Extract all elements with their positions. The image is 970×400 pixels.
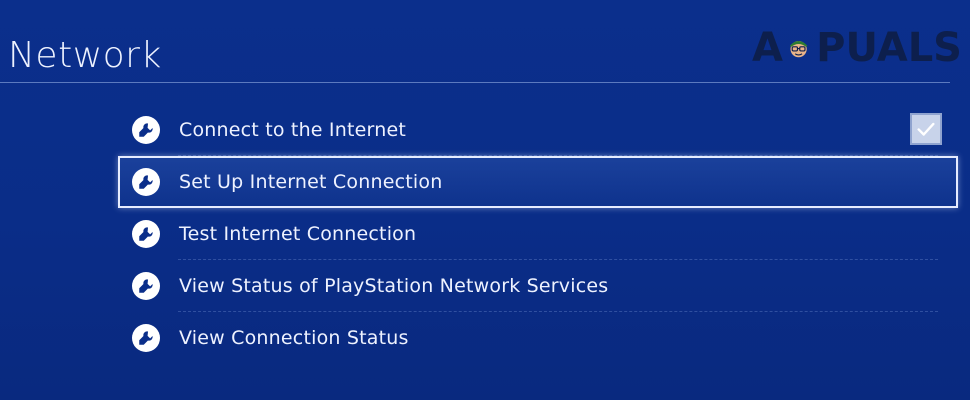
page-title: Network — [8, 35, 162, 76]
menu-item-label: Test Internet Connection — [179, 223, 417, 245]
checkmark-icon — [917, 122, 935, 136]
menu-item-label: Set Up Internet Connection — [179, 171, 443, 193]
watermark-letter-a: A — [752, 25, 783, 71]
menu-item-set-up-internet-connection[interactable]: Set Up Internet Connection — [118, 156, 958, 208]
wrench-icon — [132, 220, 160, 248]
appuals-watermark: A PUALS — [752, 18, 962, 78]
wrench-icon — [132, 116, 160, 144]
menu-item-label: View Status of PlayStation Network Servi… — [179, 275, 609, 297]
title-divider — [0, 82, 950, 83]
wrench-icon — [132, 324, 160, 352]
menu-item-label: Connect to the Internet — [179, 119, 406, 141]
connect-internet-checkbox[interactable] — [910, 113, 942, 145]
menu-item-label: View Connection Status — [179, 327, 409, 349]
menu-item-connect-to-internet[interactable]: Connect to the Internet — [118, 104, 958, 156]
network-settings-screen: Network A PUALS Connect to the Internet — [0, 0, 970, 400]
menu-item-view-psn-status[interactable]: View Status of PlayStation Network Servi… — [118, 260, 958, 312]
watermark-text: PUALS — [816, 25, 962, 71]
wrench-icon — [132, 168, 160, 196]
appuals-mascot-icon — [789, 41, 808, 58]
menu-item-test-internet-connection[interactable]: Test Internet Connection — [118, 208, 958, 260]
network-menu: Connect to the Internet Set Up Internet … — [118, 104, 958, 364]
wrench-icon — [132, 272, 160, 300]
menu-item-view-connection-status[interactable]: View Connection Status — [118, 312, 958, 364]
